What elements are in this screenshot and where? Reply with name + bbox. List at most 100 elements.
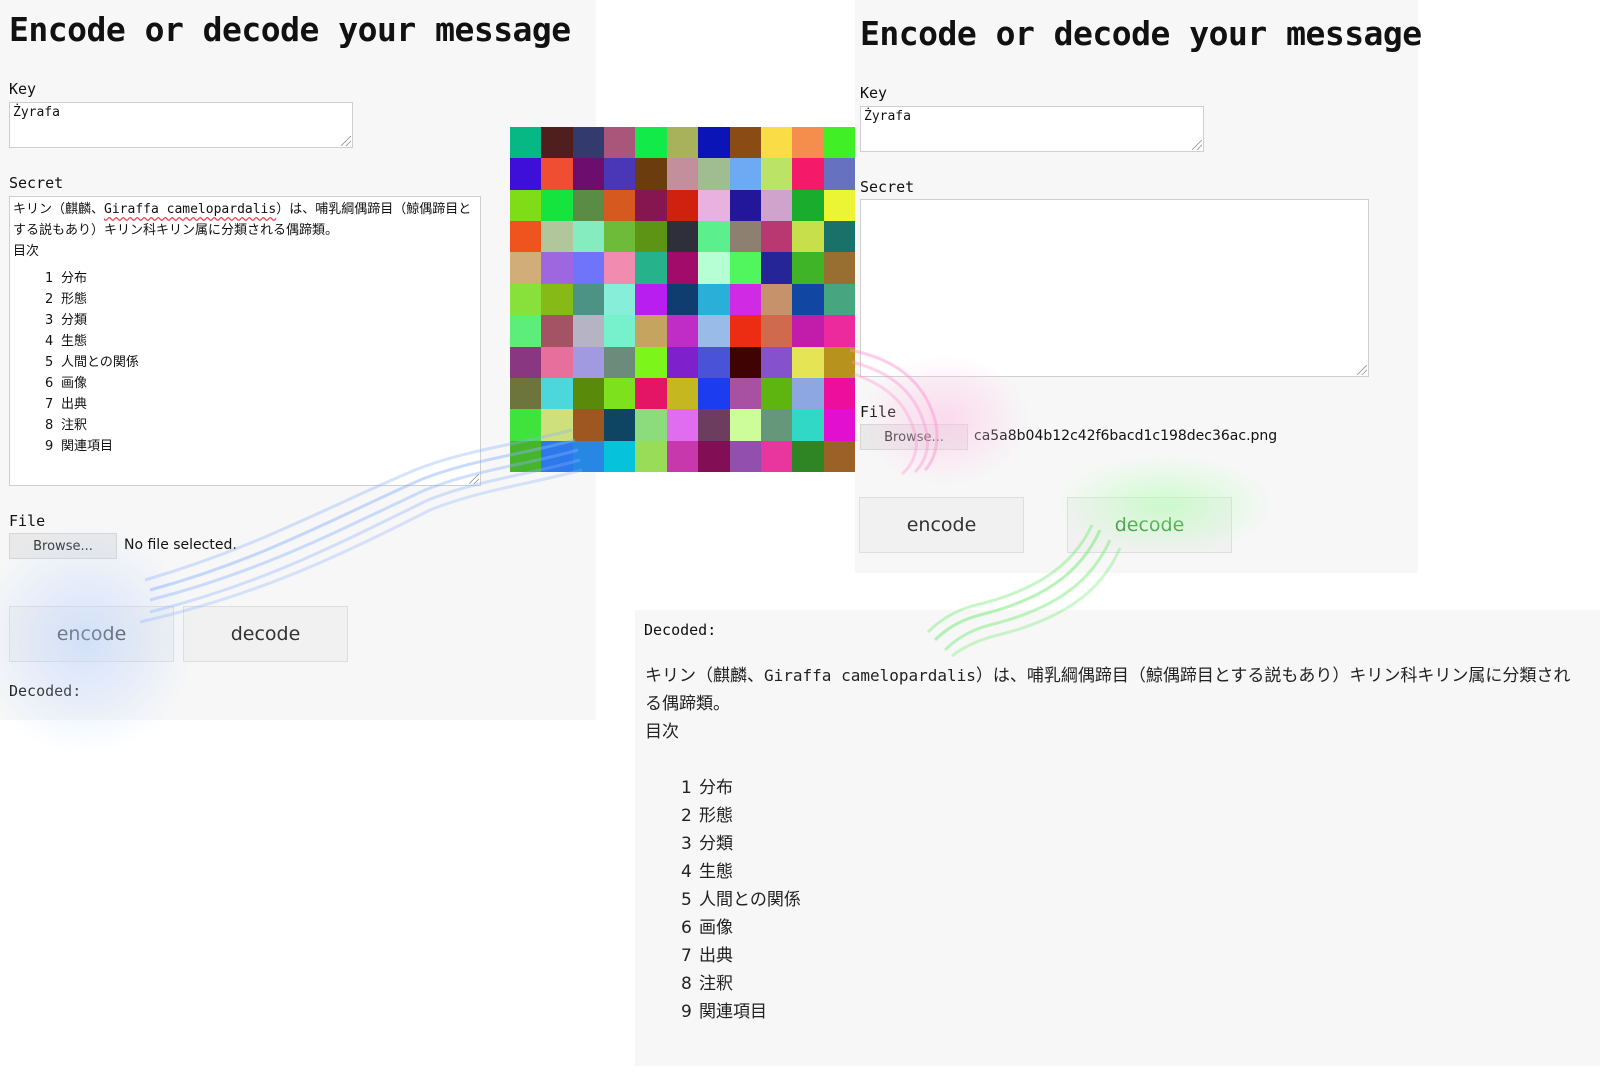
pixel-cell (541, 377, 573, 410)
pixel-cell (510, 315, 542, 347)
left-secret-field[interactable]: キリン（麒麟、Giraffa camelopardalis）は、哺乳綱偶蹄目（鯨… (9, 196, 481, 486)
pixel-cell (729, 252, 761, 284)
pixel-cell (729, 189, 761, 222)
left-secret-toc-number: 5 (45, 355, 54, 370)
decoded_panel-toc-text: 人間との関係 (699, 890, 801, 910)
pixel-cell (604, 315, 636, 347)
pixel-cell (760, 158, 793, 190)
left-decode-button[interactable]: decode (183, 606, 348, 662)
pixel-cell (698, 283, 730, 316)
pixel-cell (698, 409, 730, 441)
left-form-panel: Encode or decode your message Key Żyrafa… (0, 0, 596, 720)
resize-grip-icon[interactable] (469, 474, 479, 484)
left-secret-toc-item: 2 形態 (45, 289, 477, 310)
left-secret-toc-text: 分布 (61, 271, 88, 286)
right-key-field[interactable]: Żyrafa (860, 106, 1204, 152)
right-key-label: Key (860, 84, 888, 102)
pixel-cell (510, 252, 542, 284)
right-browse-button[interactable]: Browse... (860, 424, 968, 450)
decoded-label: Decoded: (644, 621, 717, 639)
decoded_panel-toc-text: 生態 (699, 862, 733, 882)
pixel-cell (604, 127, 636, 159)
pixel-cell (666, 377, 699, 410)
pixel-cell (792, 127, 824, 159)
pixel-cell (572, 409, 605, 441)
pixel-cell (635, 440, 667, 472)
decoded_panel-toc-item: 6 画像 (681, 914, 1585, 942)
pixel-cell (510, 221, 542, 253)
pixel-cell (760, 252, 793, 284)
left-secret-toc-number: 7 (45, 397, 54, 412)
pixel-cell (572, 127, 605, 159)
pixel-cell (792, 346, 824, 378)
left-key-field[interactable]: Żyrafa (9, 102, 353, 148)
left-browse-button[interactable]: Browse... (9, 533, 117, 559)
pixel-cell (635, 346, 667, 378)
pixel-cell (635, 158, 667, 190)
pixel-cell (604, 440, 636, 472)
pixel-cell (635, 377, 667, 410)
pixel-cell (698, 221, 730, 253)
decoded_panel-toc-text: 形態 (699, 806, 733, 826)
right-encode-button[interactable]: encode (859, 497, 1024, 553)
left-secret-toc-text: 関連項目 (61, 439, 114, 454)
pixel-cell (760, 127, 793, 159)
resize-grip-icon[interactable] (1357, 365, 1367, 375)
decoded_panel-toc-number: 4 (681, 862, 692, 882)
left-secret-toc-item: 7 出典 (45, 394, 477, 415)
pixel-cell (666, 315, 699, 347)
pixel-cell (729, 158, 761, 190)
pixel-cell (792, 283, 824, 316)
pixel-cell (604, 283, 636, 316)
left-secret-toc-text: 形態 (61, 292, 88, 307)
pixel-cell (792, 440, 824, 472)
left-secret-toc-item: 5 人間との関係 (45, 352, 477, 373)
pixel-cell (541, 409, 573, 441)
left-secret-toc-item: 8 注釈 (45, 415, 477, 436)
pixel-cell (760, 346, 793, 378)
left-secret-latin: Giraffa camelopardalis (104, 202, 277, 217)
pixel-cell (729, 377, 761, 410)
resize-grip-icon[interactable] (1192, 140, 1202, 150)
pixel-cell (698, 158, 730, 190)
left-secret-toc-text: 注釈 (61, 418, 88, 433)
pixel-cell (604, 346, 636, 378)
pixel-cell (604, 221, 636, 253)
pixel-cell (729, 221, 761, 253)
left-secret-label: Secret (9, 174, 64, 192)
left-encode-button[interactable]: encode (9, 606, 174, 662)
resize-grip-icon[interactable] (341, 136, 351, 146)
pixel-cell (572, 377, 605, 410)
pixel-cell (635, 283, 667, 316)
left-file-label: File (9, 512, 46, 530)
pixel-cell (698, 252, 730, 284)
pixel-cell (760, 189, 793, 222)
pixel-cell (572, 221, 605, 253)
pixel-cell (635, 315, 667, 347)
pixel-cell (635, 409, 667, 441)
decoded-output-panel: Decoded: キリン（麒麟、Giraffa camelopardalis）は… (635, 610, 1600, 1066)
decoded_panel-toc-text: 画像 (699, 918, 733, 938)
right-secret-field[interactable] (860, 199, 1369, 377)
left-secret-toc-text: 分類 (61, 313, 88, 328)
pixel-cell (666, 409, 699, 441)
right-file-name: ca5a8b04b12c42f6bacd1c198dec36ac.png (974, 428, 1278, 444)
pixel-cell (541, 283, 573, 316)
pixel-cell (635, 127, 667, 159)
right-decode-button[interactable]: decode (1067, 497, 1232, 553)
pixel-cell (666, 189, 699, 222)
left-secret-toc-number: 8 (45, 418, 54, 433)
pixel-cell (792, 189, 824, 222)
decoded_panel-toc-item: 8 注釈 (681, 970, 1585, 998)
pixel-cell (666, 127, 699, 159)
pixel-cell (604, 409, 636, 441)
decoded_panel-toc-number: 7 (681, 946, 692, 966)
pixel-cell (792, 409, 824, 441)
pixel-cell (823, 440, 855, 472)
left-secret-toc-text: 出典 (61, 397, 88, 412)
pixel-cell (541, 440, 573, 472)
pixel-cell (510, 440, 542, 472)
decoded_panel-toc-text: 注釈 (699, 974, 733, 994)
pixel-cell (572, 252, 605, 284)
decoded_panel-toc-text: 出典 (699, 946, 733, 966)
